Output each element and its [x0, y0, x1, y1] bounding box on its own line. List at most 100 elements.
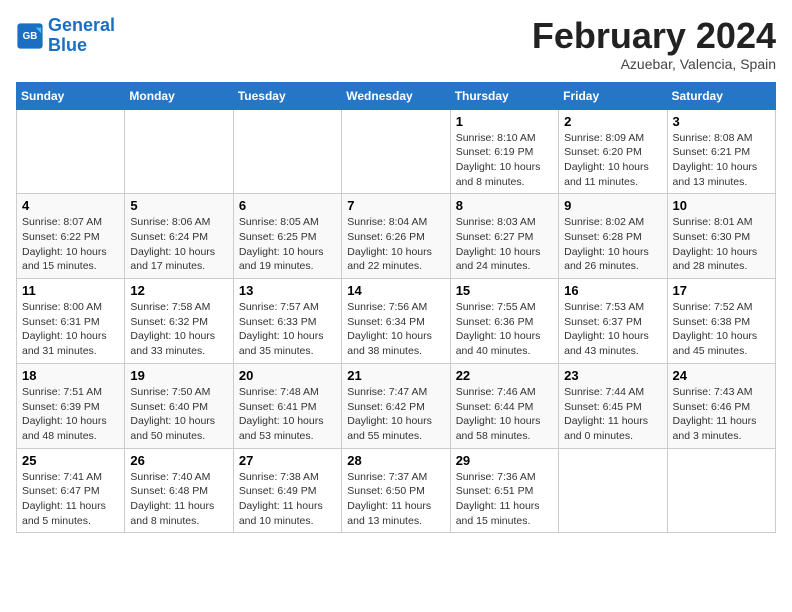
weekday-header-tuesday: Tuesday [233, 82, 341, 109]
calendar-cell [559, 448, 667, 533]
day-number: 24 [673, 368, 770, 383]
day-number: 7 [347, 198, 444, 213]
day-number: 19 [130, 368, 227, 383]
calendar-cell: 21Sunrise: 7:47 AM Sunset: 6:42 PM Dayli… [342, 363, 450, 448]
weekday-header-friday: Friday [559, 82, 667, 109]
calendar-cell: 20 Sunrise: 7:48 AM Sunset: 6:41 PM Dayli… [233, 363, 341, 448]
day-info: Sunrise: 7:37 AM Sunset: 6:50 PM Dayligh… [347, 470, 444, 529]
day-info: Sunrise: 8:02 AM Sunset: 6:28 PM Dayligh… [564, 215, 661, 274]
day-info: Sunrise: 8:04 AM Sunset: 6:26 PM Dayligh… [347, 215, 444, 274]
calendar-cell: 25 Sunrise: 7:41 AM Sunset: 6:47 PM Dayli… [17, 448, 125, 533]
day-info: Sunrise: 7:50 AM Sunset: 6:40 PM Dayligh… [130, 385, 227, 444]
calendar-cell: 2 Sunrise: 8:09 AM Sunset: 6:20 PM Daylig… [559, 109, 667, 194]
day-number: 14 [347, 283, 444, 298]
weekday-header-thursday: Thursday [450, 82, 558, 109]
weekday-header-row: SundayMondayTuesdayWednesdayThursdayFrid… [17, 82, 776, 109]
day-number: 4 [22, 198, 119, 213]
day-info: Sunrise: 7:40 AM Sunset: 6:48 PM Dayligh… [130, 470, 227, 529]
day-number: 21 [347, 368, 444, 383]
calendar-cell: 1 Sunrise: 8:10 AM Sunset: 6:19 PM Daylig… [450, 109, 558, 194]
day-info: Sunrise: 7:58 AM Sunset: 6:32 PM Dayligh… [130, 300, 227, 359]
day-number: 5 [130, 198, 227, 213]
calendar-cell: 26 Sunrise: 7:40 AM Sunset: 6:48 PM Dayli… [125, 448, 233, 533]
day-info: Sunrise: 7:51 AM Sunset: 6:39 PM Dayligh… [22, 385, 119, 444]
day-info: Sunrise: 7:55 AM Sunset: 6:36 PM Dayligh… [456, 300, 553, 359]
day-info: Sunrise: 7:53 AM Sunset: 6:37 PM Dayligh… [564, 300, 661, 359]
day-number: 11 [22, 283, 119, 298]
day-info: Sunrise: 7:57 AM Sunset: 6:33 PM Dayligh… [239, 300, 336, 359]
weekday-header-saturday: Saturday [667, 82, 775, 109]
day-info: Sunrise: 8:05 AM Sunset: 6:25 PM Dayligh… [239, 215, 336, 274]
day-info: Sunrise: 8:07 AM Sunset: 6:22 PM Dayligh… [22, 215, 119, 274]
day-number: 2 [564, 114, 661, 129]
day-number: 28 [347, 453, 444, 468]
day-number: 10 [673, 198, 770, 213]
logo-text: General Blue [48, 16, 115, 56]
day-info: Sunrise: 8:01 AM Sunset: 6:30 PM Dayligh… [673, 215, 770, 274]
calendar-cell: 27Sunrise: 7:38 AM Sunset: 6:49 PM Dayli… [233, 448, 341, 533]
calendar-cell: 19 Sunrise: 7:50 AM Sunset: 6:40 PM Dayli… [125, 363, 233, 448]
calendar-cell [125, 109, 233, 194]
day-info: Sunrise: 7:56 AM Sunset: 6:34 PM Dayligh… [347, 300, 444, 359]
day-info: Sunrise: 8:09 AM Sunset: 6:20 PM Dayligh… [564, 131, 661, 190]
calendar-cell [233, 109, 341, 194]
weekday-header-wednesday: Wednesday [342, 82, 450, 109]
week-row-3: 11 Sunrise: 8:00 AM Sunset: 6:31 PM Dayli… [17, 279, 776, 364]
svg-text:GB: GB [23, 31, 38, 42]
day-number: 23 [564, 368, 661, 383]
day-info: Sunrise: 7:41 AM Sunset: 6:47 PM Dayligh… [22, 470, 119, 529]
title-section: February 2024 Azuebar, Valencia, Spain [532, 16, 776, 72]
calendar-cell: 13 Sunrise: 7:57 AM Sunset: 6:33 PM Dayli… [233, 279, 341, 364]
day-number: 29 [456, 453, 553, 468]
day-info: Sunrise: 7:43 AM Sunset: 6:46 PM Dayligh… [673, 385, 770, 444]
calendar-cell: 7 Sunrise: 8:04 AM Sunset: 6:26 PM Daylig… [342, 194, 450, 279]
header: GB General Blue February 2024 Azuebar, V… [16, 16, 776, 72]
day-number: 25 [22, 453, 119, 468]
day-number: 18 [22, 368, 119, 383]
day-number: 20 [239, 368, 336, 383]
week-row-5: 25 Sunrise: 7:41 AM Sunset: 6:47 PM Dayli… [17, 448, 776, 533]
day-info: Sunrise: 8:06 AM Sunset: 6:24 PM Dayligh… [130, 215, 227, 274]
calendar-cell: 11 Sunrise: 8:00 AM Sunset: 6:31 PM Dayli… [17, 279, 125, 364]
day-number: 26 [130, 453, 227, 468]
calendar-title: February 2024 [532, 16, 776, 56]
day-number: 15 [456, 283, 553, 298]
calendar-cell: 12 Sunrise: 7:58 AM Sunset: 6:32 PM Dayli… [125, 279, 233, 364]
calendar-table: SundayMondayTuesdayWednesdayThursdayFrid… [16, 82, 776, 534]
calendar-cell: 14 Sunrise: 7:56 AM Sunset: 6:34 PM Dayli… [342, 279, 450, 364]
day-number: 22 [456, 368, 553, 383]
day-number: 17 [673, 283, 770, 298]
day-info: Sunrise: 7:38 AM Sunset: 6:49 PM Dayligh… [239, 470, 336, 529]
weekday-header-sunday: Sunday [17, 82, 125, 109]
calendar-cell: 9Sunrise: 8:02 AM Sunset: 6:28 PM Daylig… [559, 194, 667, 279]
calendar-cell: 10 Sunrise: 8:01 AM Sunset: 6:30 PM Dayli… [667, 194, 775, 279]
day-info: Sunrise: 8:00 AM Sunset: 6:31 PM Dayligh… [22, 300, 119, 359]
calendar-cell: 8Sunrise: 8:03 AM Sunset: 6:27 PM Daylig… [450, 194, 558, 279]
calendar-cell: 17Sunrise: 7:52 AM Sunset: 6:38 PM Dayli… [667, 279, 775, 364]
logo-line1: General [48, 15, 115, 35]
day-info: Sunrise: 8:03 AM Sunset: 6:27 PM Dayligh… [456, 215, 553, 274]
day-number: 12 [130, 283, 227, 298]
calendar-cell: 29Sunrise: 7:36 AM Sunset: 6:51 PM Dayli… [450, 448, 558, 533]
calendar-cell: 3Sunrise: 8:08 AM Sunset: 6:21 PM Daylig… [667, 109, 775, 194]
calendar-cell: 15 Sunrise: 7:55 AM Sunset: 6:36 PM Dayli… [450, 279, 558, 364]
calendar-subtitle: Azuebar, Valencia, Spain [532, 56, 776, 72]
day-info: Sunrise: 8:10 AM Sunset: 6:19 PM Dayligh… [456, 131, 553, 190]
calendar-cell: 18 Sunrise: 7:51 AM Sunset: 6:39 PM Dayli… [17, 363, 125, 448]
week-row-4: 18 Sunrise: 7:51 AM Sunset: 6:39 PM Dayli… [17, 363, 776, 448]
week-row-1: 1 Sunrise: 8:10 AM Sunset: 6:19 PM Daylig… [17, 109, 776, 194]
calendar-cell [667, 448, 775, 533]
day-info: Sunrise: 7:48 AM Sunset: 6:41 PM Dayligh… [239, 385, 336, 444]
week-row-2: 4 Sunrise: 8:07 AM Sunset: 6:22 PM Daylig… [17, 194, 776, 279]
day-info: Sunrise: 8:08 AM Sunset: 6:21 PM Dayligh… [673, 131, 770, 190]
day-number: 1 [456, 114, 553, 129]
calendar-cell: 23Sunrise: 7:44 AM Sunset: 6:45 PM Dayli… [559, 363, 667, 448]
day-number: 16 [564, 283, 661, 298]
day-number: 6 [239, 198, 336, 213]
logo: GB General Blue [16, 16, 115, 56]
day-number: 13 [239, 283, 336, 298]
calendar-cell: 5 Sunrise: 8:06 AM Sunset: 6:24 PM Daylig… [125, 194, 233, 279]
calendar-cell: 24 Sunrise: 7:43 AM Sunset: 6:46 PM Dayli… [667, 363, 775, 448]
calendar-cell: 28 Sunrise: 7:37 AM Sunset: 6:50 PM Dayli… [342, 448, 450, 533]
calendar-cell [342, 109, 450, 194]
